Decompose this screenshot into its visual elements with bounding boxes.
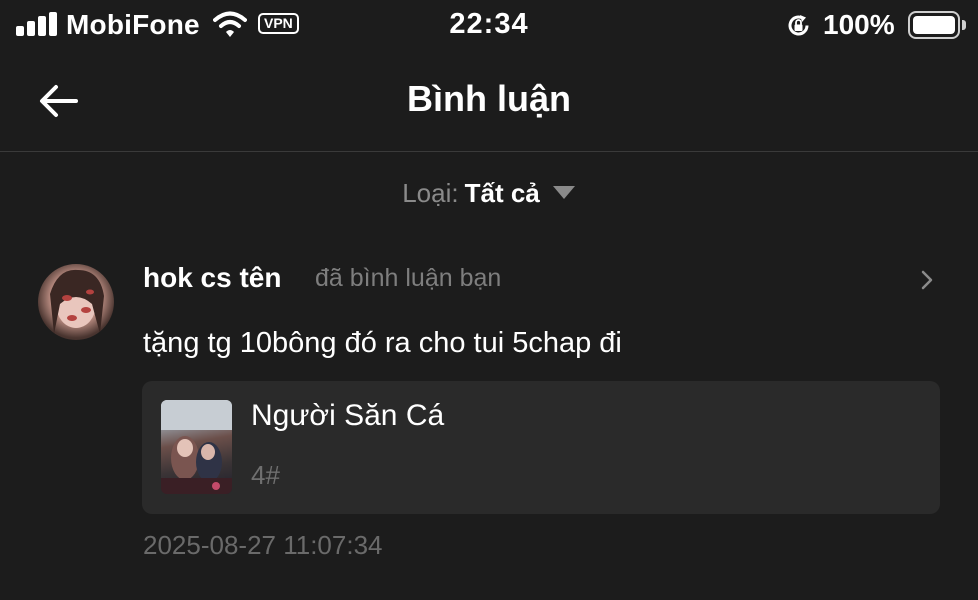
rotation-lock-icon (788, 15, 809, 36)
manga-card[interactable]: Người Săn Cá 4# (142, 381, 940, 514)
chevron-right-icon[interactable] (918, 268, 936, 292)
filter-value: Tất cả (464, 178, 540, 208)
status-bar: MobiFone VPN 22:34 100% (0, 0, 978, 50)
comment-text: tặng tg 10bông đó ra cho tui 5chap đi (143, 327, 622, 359)
comment-timestamp: 2025-08-27 11:07:34 (143, 530, 383, 560)
nav-bar: Bình luận (0, 50, 978, 151)
battery-icon (908, 11, 966, 39)
manga-cover-image (161, 400, 232, 494)
chapter-number: 4# (251, 460, 280, 490)
avatar[interactable] (38, 264, 114, 340)
comments-screen: MobiFone VPN 22:34 100% Bình luận Loại: … (0, 0, 978, 600)
filter-label: Loại: (402, 178, 459, 208)
caret-down-icon (552, 186, 575, 199)
type-filter-dropdown[interactable]: Loại: Tất cả (0, 178, 978, 209)
battery-percent: 100% (823, 9, 895, 40)
commenter-username[interactable]: hok cs tên (143, 262, 281, 294)
comment-notification-item[interactable]: hok cs tên đã bình luận bạn tặng tg 10bô… (0, 250, 978, 580)
notification-action: đã bình luận bạn (315, 264, 502, 292)
manga-title: Người Săn Cá (251, 399, 445, 432)
header-divider (0, 151, 978, 152)
page-title: Bình luận (407, 78, 571, 119)
avatar-image (50, 269, 104, 334)
